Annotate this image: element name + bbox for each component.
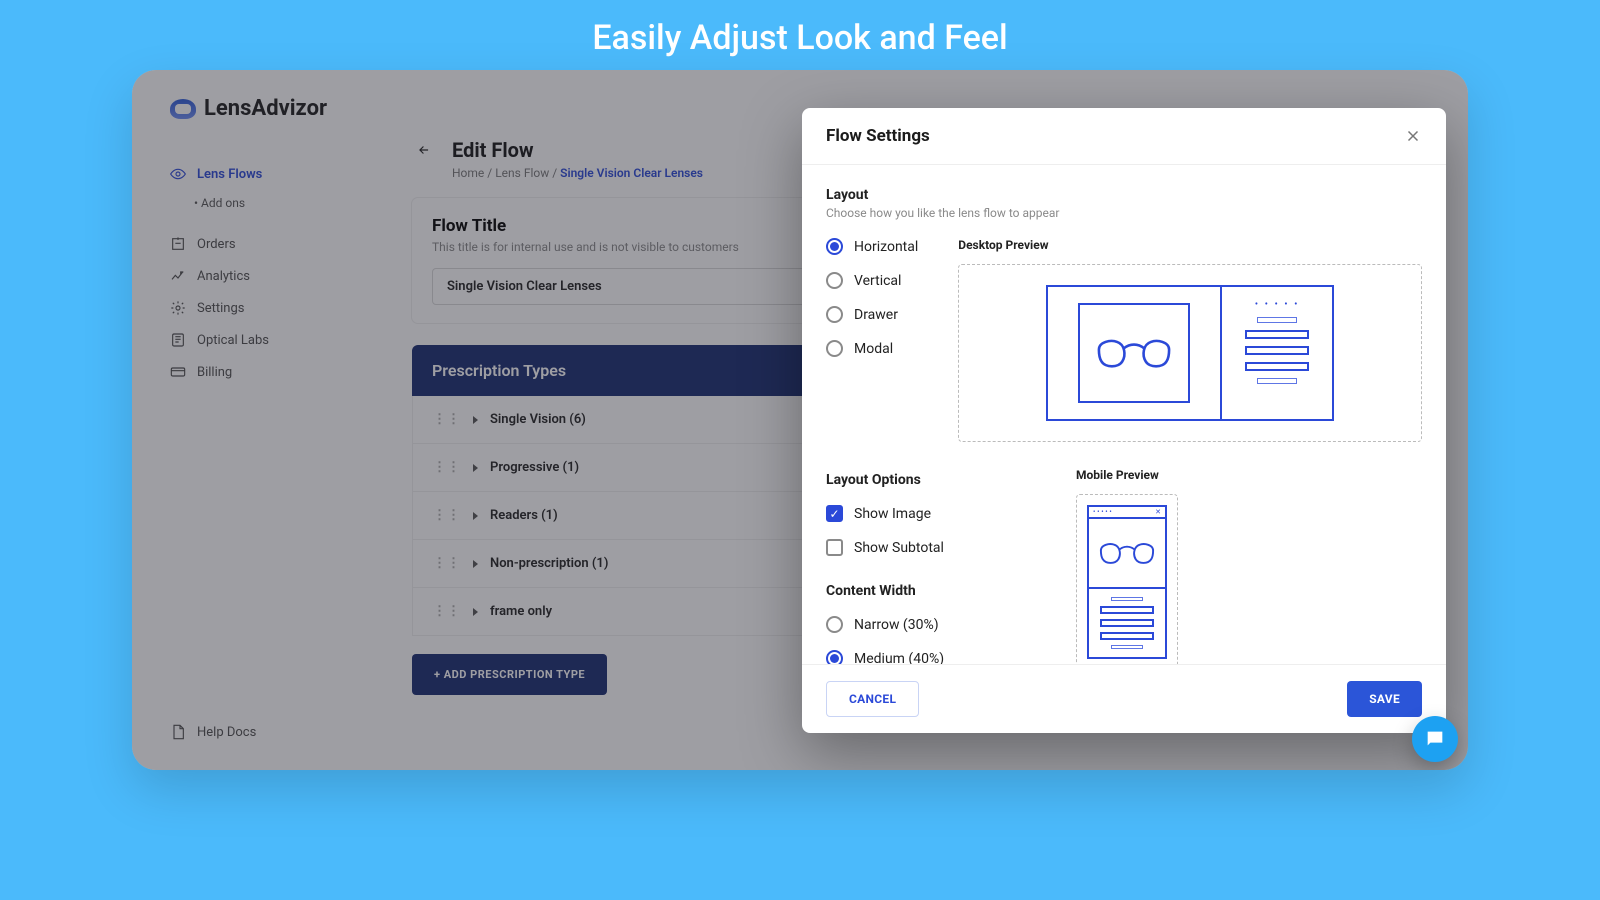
flow-settings-modal: Flow Settings Layout Choose how you like… <box>802 108 1446 733</box>
radio-modal[interactable]: Modal <box>826 340 918 357</box>
radio-label: Modal <box>854 341 893 357</box>
hero-title: Easily Adjust Look and Feel <box>0 0 1600 70</box>
radio-label: Medium (40%) <box>854 651 944 665</box>
glasses-icon <box>1095 278 1173 428</box>
chat-fab[interactable] <box>1412 716 1458 762</box>
save-button[interactable]: SAVE <box>1347 681 1422 717</box>
chat-icon <box>1424 728 1446 750</box>
check-show-image[interactable]: Show Image <box>826 505 1036 522</box>
layout-options-heading: Layout Options <box>826 472 1036 488</box>
radio-label: Drawer <box>854 307 898 323</box>
radio-narrow[interactable]: Narrow (30%) <box>826 616 1036 633</box>
app-window: LensAdvizor Lens Flows • Add ons Orders … <box>132 70 1468 770</box>
radio-label: Narrow (30%) <box>854 617 939 633</box>
content-width-heading: Content Width <box>826 583 1036 599</box>
check-label: Show Image <box>854 506 931 522</box>
radio-drawer[interactable]: Drawer <box>826 306 918 323</box>
check-label: Show Subtotal <box>854 540 944 556</box>
mobile-preview: • • • • •✕ <box>1076 494 1178 664</box>
radio-horizontal[interactable]: Horizontal <box>826 238 918 255</box>
desktop-preview: • • • • • <box>958 264 1422 442</box>
layout-heading: Layout <box>826 187 1422 203</box>
radio-label: Vertical <box>854 273 901 289</box>
check-show-subtotal[interactable]: Show Subtotal <box>826 539 1036 556</box>
layout-sub: Choose how you like the lens flow to app… <box>826 206 1422 220</box>
desktop-preview-label: Desktop Preview <box>958 238 1422 252</box>
cancel-button[interactable]: CANCEL <box>826 681 919 717</box>
close-icon[interactable] <box>1404 127 1422 145</box>
modal-title: Flow Settings <box>826 126 930 146</box>
radio-medium[interactable]: Medium (40%) <box>826 650 1036 664</box>
radio-label: Horizontal <box>854 239 918 255</box>
radio-vertical[interactable]: Vertical <box>826 272 918 289</box>
